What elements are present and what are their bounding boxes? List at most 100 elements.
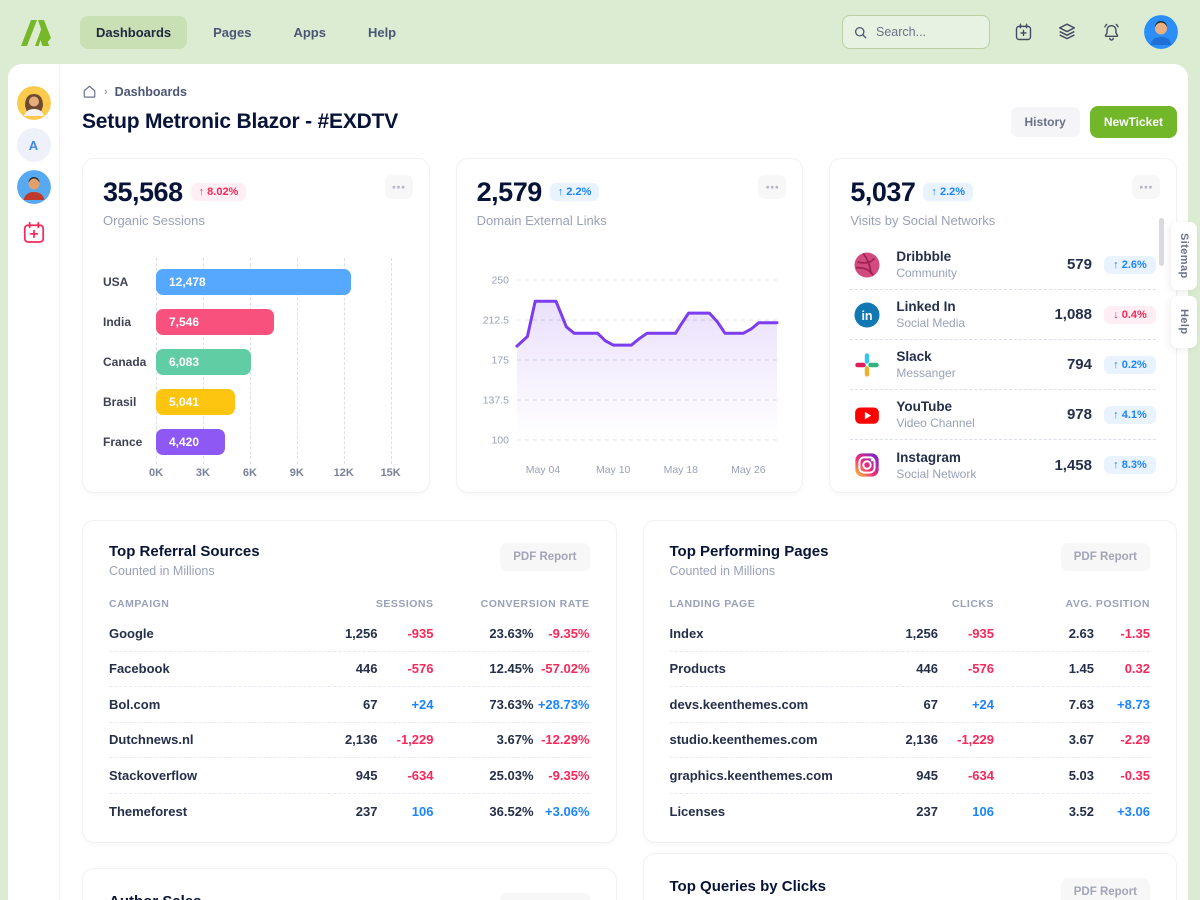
card-menu-button[interactable]: ⋯ xyxy=(385,175,413,199)
card-menu-button[interactable]: ⋯ xyxy=(1132,175,1160,199)
social-value: 794 xyxy=(1067,356,1092,373)
nav-item-pages[interactable]: Pages xyxy=(197,16,267,49)
breadcrumb-item[interactable]: Dashboards xyxy=(115,85,187,99)
cell-value: 5.03 xyxy=(1020,768,1094,783)
social-name: Dribbble xyxy=(896,249,957,264)
tab-help[interactable]: Help xyxy=(1171,296,1197,348)
pdf-report-button[interactable]: PDF Report xyxy=(1061,878,1150,900)
cell-delta: -576 xyxy=(378,661,434,676)
trend-badge: ↑ 8.3% xyxy=(1104,456,1156,474)
cell-delta: -935 xyxy=(378,626,434,641)
list-item: Slack Messanger 794 ↑ 0.2% xyxy=(850,340,1156,390)
sidebar-avatar-2[interactable] xyxy=(17,170,51,204)
instagram-icon xyxy=(850,448,884,482)
table-body: Google1,256-93523.63%-9.35%Facebook446-5… xyxy=(109,616,590,829)
search-input[interactable] xyxy=(842,15,990,49)
domain-links-card: 2,579↑ 2.2% Domain External Links ⋯ 2502… xyxy=(456,158,804,493)
cell-delta: 106 xyxy=(378,804,434,819)
sidebar-avatar-initial[interactable]: A xyxy=(17,128,51,162)
search-field[interactable] xyxy=(876,25,979,39)
card-menu-button[interactable]: ⋯ xyxy=(758,175,786,199)
axis-tick-label: 12K xyxy=(334,467,354,479)
stat-value: 35,568 xyxy=(103,177,183,207)
row-name: Licenses xyxy=(670,804,877,819)
social-name: Slack xyxy=(896,349,955,364)
dribbble-icon xyxy=(850,248,884,282)
cell-value: 73.63% xyxy=(460,697,534,712)
sidebar-avatar-1[interactable] xyxy=(17,86,51,120)
svg-text:175: 175 xyxy=(491,355,509,367)
pdf-report-button[interactable]: PDF Report xyxy=(500,543,589,571)
main-shell: A › Dashboards xyxy=(8,64,1188,900)
column-header: Sessions xyxy=(316,598,434,610)
cell-value: 945 xyxy=(876,768,938,783)
table-row: studio.keenthemes.com2,136-1,2293.67-2.2… xyxy=(670,723,1151,759)
left-rail: A xyxy=(8,64,60,900)
cell-value: 67 xyxy=(876,697,938,712)
cell-value: 12.45% xyxy=(460,661,534,676)
layers-icon[interactable] xyxy=(1056,21,1078,43)
nav-item-apps[interactable]: Apps xyxy=(277,16,342,49)
social-value: 978 xyxy=(1067,406,1092,423)
nav-item-help[interactable]: Help xyxy=(352,16,412,49)
bar-value-label: 7,546 xyxy=(156,315,199,329)
nav-item-dashboards[interactable]: Dashboards xyxy=(80,16,187,49)
breadcrumb-separator: › xyxy=(104,86,108,98)
social-name: Instagram xyxy=(896,450,976,465)
user-avatar[interactable] xyxy=(1144,15,1178,49)
social-value: 1,458 xyxy=(1054,457,1092,474)
scrollbar-thumb[interactable] xyxy=(1159,218,1164,266)
table-row: Dutchnews.nl2,136-1,2293.67%-12.29% xyxy=(109,723,590,759)
top-header: Dashboards Pages Apps Help xyxy=(0,0,1200,64)
history-button[interactable]: History xyxy=(1011,107,1080,137)
pdf-report-button[interactable]: PDF Report xyxy=(500,893,589,900)
bar-row: France4,420 xyxy=(103,422,409,462)
trend-badge: ↑ 0.2% xyxy=(1104,356,1156,374)
card-title: Top Queries by Clicks xyxy=(670,878,826,895)
cell-value: 36.52% xyxy=(460,804,534,819)
row-name: Dutchnews.nl xyxy=(109,732,316,747)
cell-value: 2,136 xyxy=(876,732,938,747)
svg-text:137.5: 137.5 xyxy=(482,395,508,407)
stat-label: Visits by Social Networks xyxy=(850,213,1156,228)
tab-sitemap[interactable]: Sitemap xyxy=(1171,222,1197,290)
social-name: Linked In xyxy=(896,299,965,314)
cell-delta: +3.06 xyxy=(1094,804,1150,819)
table-row: Stackoverflow945-63425.03%-9.35% xyxy=(109,758,590,794)
cell-value: 1,256 xyxy=(876,626,938,641)
svg-text:in: in xyxy=(862,309,873,323)
column-header: Avg. Position xyxy=(1020,598,1150,610)
social-list: Dribbble Community 579 ↑ 2.6% in xyxy=(850,240,1156,490)
column-header: Clicks xyxy=(876,598,994,610)
bar-category-label: Canada xyxy=(103,355,156,369)
row-name: Products xyxy=(670,661,877,676)
axis-tick-label: 0K xyxy=(149,467,163,479)
home-icon[interactable] xyxy=(82,84,97,99)
organic-bar-axis: 0K3K6K9K12K15K xyxy=(156,462,391,484)
bar-value-label: 5,041 xyxy=(156,395,199,409)
pdf-report-button[interactable]: PDF Report xyxy=(1061,543,1150,571)
social-category: Social Media xyxy=(896,316,965,330)
cell-value: 7.63 xyxy=(1020,697,1094,712)
top-referral-sources-card: Top Referral Sources Counted in Millions… xyxy=(82,520,617,843)
new-ticket-button[interactable]: NewTicket xyxy=(1090,106,1177,138)
row-name: studio.keenthemes.com xyxy=(670,732,877,747)
calendar-add-icon[interactable] xyxy=(1012,21,1034,43)
author-sales-card: Author Sales PDF Report xyxy=(82,868,617,900)
table-row: devs.keenthemes.com67+247.63+8.73 xyxy=(670,687,1151,723)
sidebar-add-event-button[interactable] xyxy=(17,216,51,250)
bar-row: Canada6,083 xyxy=(103,342,409,382)
table-row: Google1,256-93523.63%-9.35% xyxy=(109,616,590,652)
table-header: Landing Page Clicks Avg. Position xyxy=(670,598,1151,610)
tab-help-label: Help xyxy=(1178,309,1190,334)
list-item: Instagram Social Network 1,458 ↑ 8.3% xyxy=(850,440,1156,490)
notifications-bell-icon[interactable] xyxy=(1100,21,1122,43)
cell-value: 2.63 xyxy=(1020,626,1094,641)
bar-category-label: USA xyxy=(103,275,156,289)
cell-delta: -634 xyxy=(938,768,994,783)
social-category: Social Network xyxy=(896,467,976,481)
cell-delta: -1.35 xyxy=(1094,626,1150,641)
page-content: › Dashboards Setup Metronic Blazor - #EX… xyxy=(60,64,1188,900)
metronic-logo[interactable] xyxy=(18,17,56,47)
cell-delta: -12.29% xyxy=(534,732,590,747)
